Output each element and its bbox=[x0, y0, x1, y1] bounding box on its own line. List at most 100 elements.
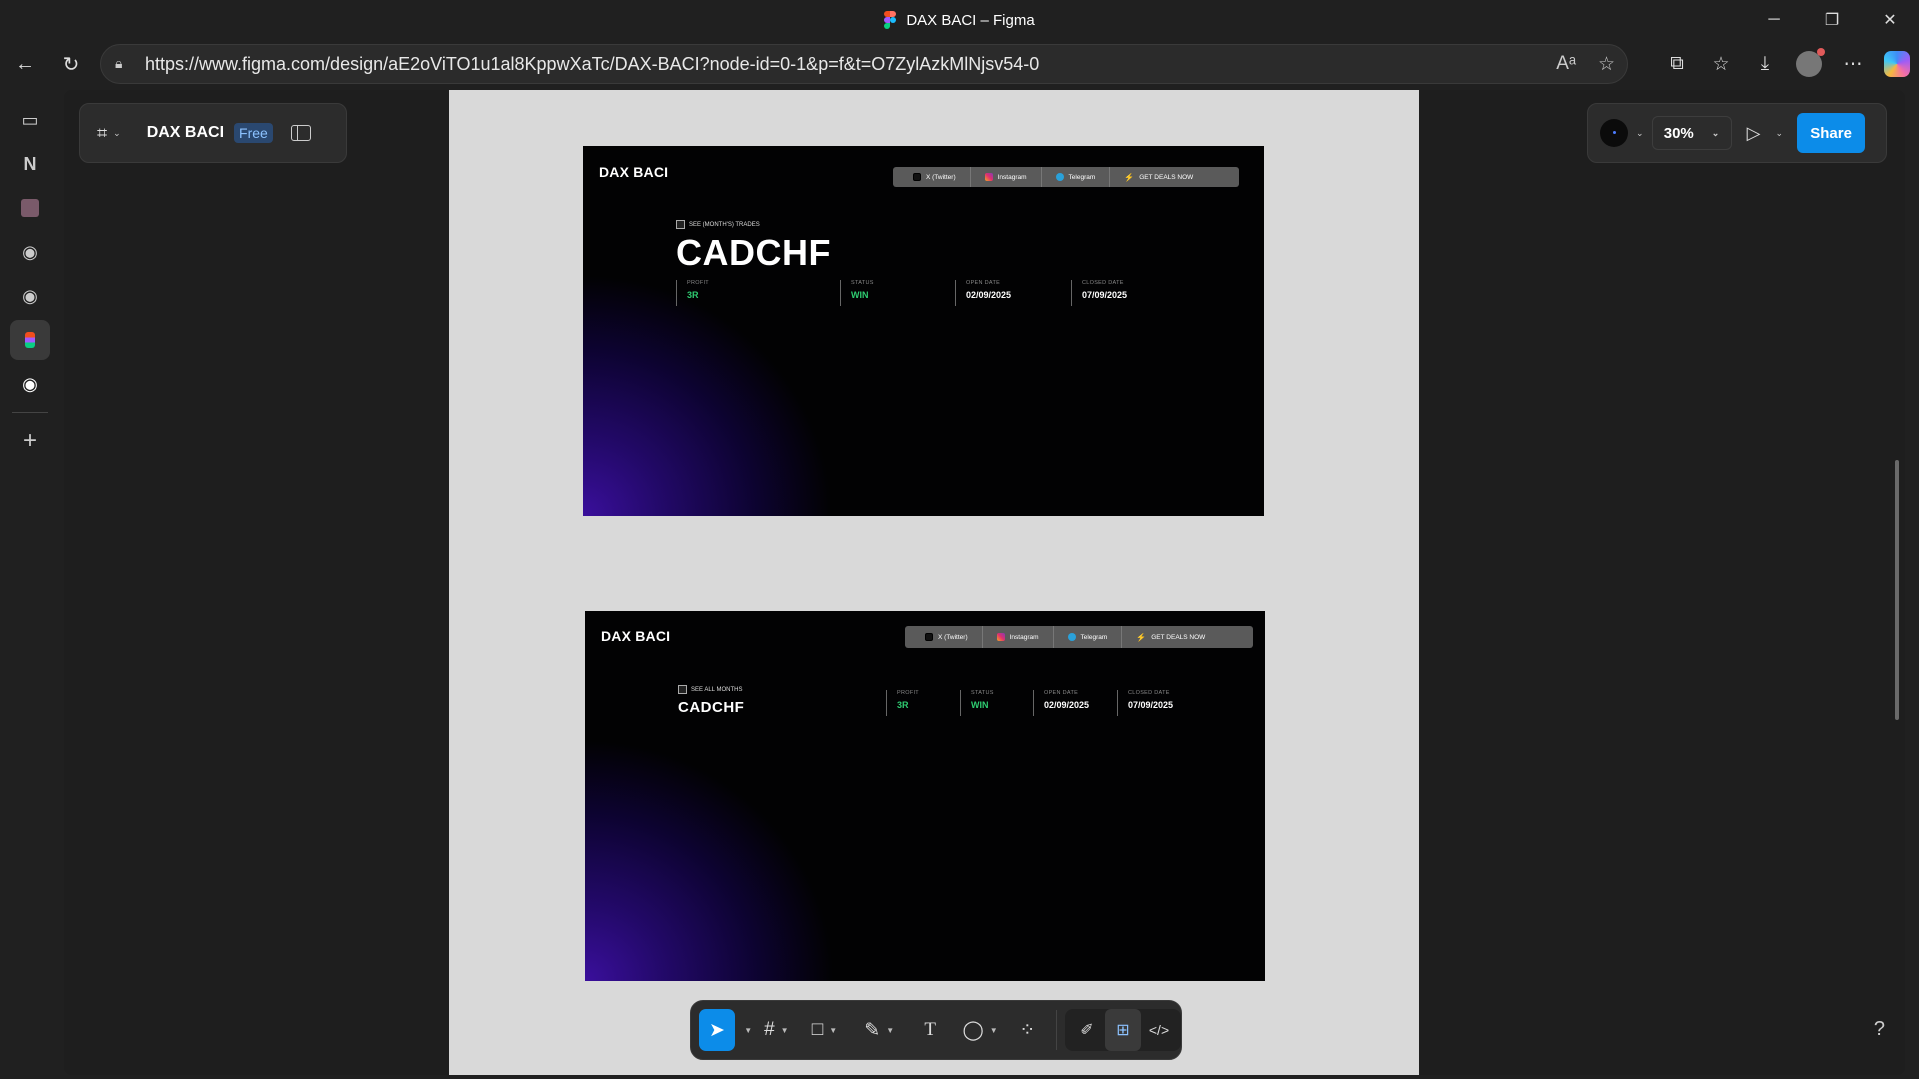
chevron-down-icon: ▼ bbox=[989, 1025, 998, 1035]
lock-icon: 🔒︎ bbox=[115, 55, 123, 71]
frame-tool-button[interactable]: # ▼ bbox=[756, 1009, 798, 1051]
purple-glow bbox=[583, 146, 1264, 516]
move-tool-menu[interactable]: ▼ bbox=[735, 1009, 756, 1051]
window-titlebar: DAX BACI – Figma ─ ❐ ✕ bbox=[0, 0, 1919, 40]
copilot-button[interactable] bbox=[1875, 44, 1919, 84]
text-tool-button[interactable]: T bbox=[907, 1009, 954, 1051]
github-icon[interactable]: ◉ bbox=[10, 364, 50, 404]
figma-tab-icon[interactable] bbox=[10, 320, 50, 360]
chevron-down-icon: ⌄ bbox=[113, 127, 121, 138]
minimize-button[interactable]: ─ bbox=[1745, 0, 1803, 40]
brand-logo-text: DAX BACI bbox=[601, 628, 671, 644]
pair-title: CADCHF bbox=[678, 699, 745, 716]
nav-item-get-deals[interactable]: ⚡ GET DEALS NOW bbox=[1110, 167, 1207, 187]
design-mode-button[interactable]: ⊞ bbox=[1105, 1009, 1141, 1051]
design-frame-2[interactable]: DAX BACI X (Twitter) Instagram Telegram … bbox=[585, 611, 1265, 981]
shape-tool-button[interactable]: □ ▼ bbox=[797, 1009, 852, 1051]
stat-value: 07/09/2025 bbox=[1128, 700, 1174, 710]
telegram-icon bbox=[1055, 173, 1064, 181]
extensions-icon[interactable]: ⧉ bbox=[1655, 44, 1699, 84]
stat-value: WIN bbox=[851, 290, 869, 300]
plan-badge[interactable]: Free bbox=[234, 123, 273, 143]
stat-value: WIN bbox=[971, 700, 989, 710]
nav-item-get-deals[interactable]: ⚡ GET DEALS NOW bbox=[1122, 626, 1219, 648]
see-trades-link[interactable]: SEE (MONTH'S) TRADES bbox=[676, 220, 760, 229]
stat-label: STATUS bbox=[851, 280, 874, 286]
see-trades-label: SEE (MONTH'S) TRADES bbox=[689, 221, 760, 228]
dev-mode-button[interactable]: </> bbox=[1141, 1009, 1177, 1051]
stat-open-date: OPEN DATE 02/09/2025 bbox=[955, 280, 1011, 306]
nav-label: Instagram bbox=[997, 173, 1027, 181]
bottom-toolbar: ➤ ▼ # ▼ □ ▼ ✎ ▼ T ◯ ▼ ⁘ ✐ ⊞ </> bbox=[690, 1000, 1182, 1060]
design-frame-1[interactable]: DAX BACI X (Twitter) Instagram Telegram … bbox=[583, 146, 1264, 516]
cursor-arrow-icon: ➤ bbox=[708, 1019, 725, 1041]
downloads-icon[interactable]: ⤓ bbox=[1743, 44, 1787, 84]
stat-value: 3R bbox=[687, 290, 699, 300]
tab-actions-icon[interactable]: ▭ bbox=[10, 100, 50, 140]
toolbar-divider bbox=[1056, 1010, 1057, 1050]
nav-item-telegram[interactable]: Telegram bbox=[1054, 626, 1123, 648]
share-button[interactable]: Share bbox=[1797, 113, 1866, 153]
add-icon[interactable]: + bbox=[10, 421, 50, 461]
zoom-dropdown[interactable]: 30% ⌄ bbox=[1651, 116, 1732, 150]
see-all-months-label: SEE ALL MONTHS bbox=[691, 686, 743, 693]
actions-button[interactable]: ⁘ bbox=[1007, 1009, 1049, 1051]
profile-button[interactable] bbox=[1787, 44, 1831, 84]
draw-mode-button[interactable]: ✐ bbox=[1069, 1009, 1105, 1051]
actions-grid-icon: ⁘ bbox=[1019, 1019, 1036, 1041]
stat-closed-date: CLOSED DATE 07/09/2025 bbox=[1071, 280, 1127, 306]
nav-item-twitter[interactable]: X (Twitter) bbox=[893, 167, 971, 187]
more-icon[interactable]: ⋯ bbox=[1831, 44, 1875, 84]
x-twitter-icon bbox=[925, 633, 933, 641]
nav-item-twitter[interactable]: X (Twitter) bbox=[905, 626, 983, 648]
pen-icon: ✎ bbox=[864, 1019, 881, 1041]
chevron-down-icon[interactable]: ⌄ bbox=[1636, 128, 1644, 139]
stat-status: STATUS WIN bbox=[840, 280, 874, 306]
zoom-value: 30% bbox=[1663, 124, 1694, 142]
chevron-down-icon[interactable]: ⌄ bbox=[1776, 128, 1784, 139]
address-bar[interactable]: 🔒︎ https://www.figma.com/design/aE2oViTO… bbox=[100, 44, 1628, 84]
mode-switcher: ✐ ⊞ </> bbox=[1065, 1009, 1181, 1051]
back-icon[interactable]: ← bbox=[2, 44, 48, 84]
nav-item-instagram[interactable]: Instagram bbox=[983, 626, 1054, 648]
user-avatar[interactable] bbox=[1600, 119, 1628, 147]
nav-label: Telegram bbox=[1068, 173, 1096, 181]
toggle-sidebar-icon[interactable] bbox=[290, 125, 311, 141]
nav-label: Telegram bbox=[1080, 633, 1108, 641]
close-window-button[interactable]: ✕ bbox=[1861, 0, 1919, 40]
restore-button[interactable]: ❐ bbox=[1803, 0, 1861, 40]
chevron-down-icon: ⌄ bbox=[1711, 127, 1720, 138]
present-play-icon[interactable]: ▷ bbox=[1740, 123, 1768, 144]
text-icon: T bbox=[924, 1019, 936, 1040]
github-icon[interactable]: ◉ bbox=[10, 232, 50, 272]
favorites-icon[interactable]: ☆ bbox=[1699, 44, 1743, 84]
notion-icon[interactable]: N bbox=[10, 144, 50, 184]
comment-icon: ◯ bbox=[962, 1019, 984, 1041]
comment-tool-button[interactable]: ◯ ▼ bbox=[954, 1009, 1007, 1051]
stat-value: 02/09/2025 bbox=[1044, 700, 1090, 710]
social-nav: X (Twitter) Instagram Telegram ⚡ GET DEAL… bbox=[893, 167, 1239, 187]
nav-item-telegram[interactable]: Telegram bbox=[1042, 167, 1111, 187]
file-name[interactable]: DAX BACI bbox=[147, 124, 224, 142]
move-tool-button[interactable]: ➤ bbox=[699, 1009, 735, 1051]
brand-logo-text: DAX BACI bbox=[599, 164, 669, 180]
pen-tool-button[interactable]: ✎ ▼ bbox=[852, 1009, 907, 1051]
read-aloud-icon[interactable]: Aᵃ bbox=[1556, 53, 1576, 76]
header-right-panel: ⌄ 30% ⌄ ▷ ⌄ Share bbox=[1587, 103, 1887, 163]
see-all-months-link[interactable]: SEE ALL MONTHS bbox=[678, 685, 742, 694]
avatar bbox=[1796, 48, 1825, 77]
github-icon[interactable]: ◉ bbox=[10, 276, 50, 316]
reload-icon[interactable]: ↻ bbox=[48, 44, 94, 84]
favorite-star-icon[interactable]: ☆ bbox=[1598, 53, 1615, 76]
vertical-scrollbar[interactable] bbox=[1895, 460, 1899, 720]
stat-label: PROFIT bbox=[897, 690, 919, 696]
profile-image-icon[interactable] bbox=[10, 188, 50, 228]
instagram-icon bbox=[996, 633, 1005, 641]
help-button[interactable]: ? bbox=[1874, 1018, 1885, 1041]
stat-value: 3R bbox=[897, 700, 909, 710]
nav-item-instagram[interactable]: Instagram bbox=[971, 167, 1042, 187]
code-icon: </> bbox=[1148, 1022, 1170, 1038]
file-menu-panel: ⌗ ⌄ DAX BACI Free bbox=[79, 103, 347, 163]
screen: DAX BACI – Figma ─ ❐ ✕ ← ↻ 🔒︎ https://ww… bbox=[0, 0, 1919, 1079]
main-menu-button[interactable]: ⌗ ⌄ bbox=[97, 123, 121, 144]
